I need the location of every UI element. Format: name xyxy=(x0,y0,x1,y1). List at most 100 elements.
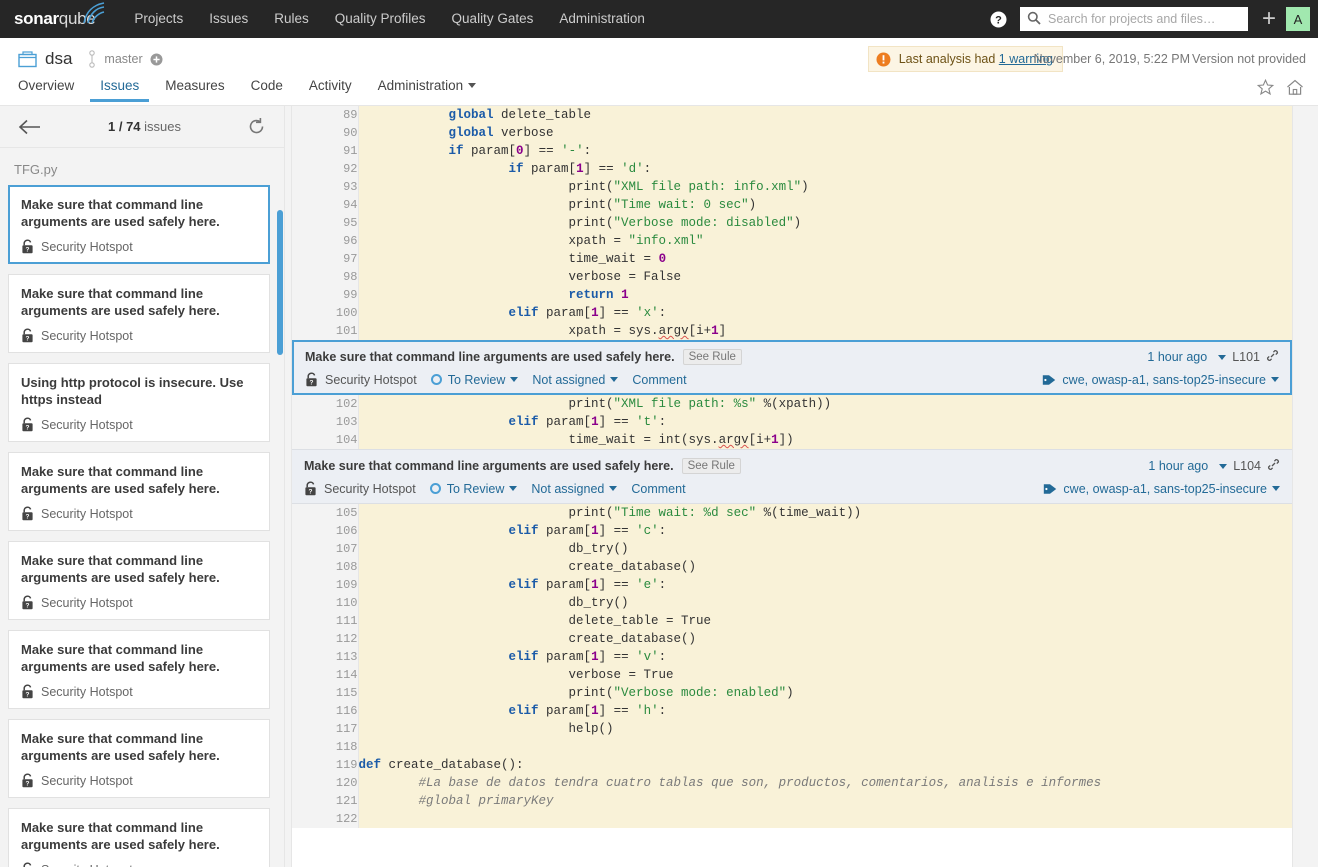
sidebar-scrollbar[interactable] xyxy=(277,210,283,355)
issue-assignee-dropdown[interactable]: Not assigned xyxy=(531,482,618,496)
chevron-down-icon[interactable] xyxy=(1219,463,1228,469)
line-number[interactable]: 89 xyxy=(292,106,359,124)
code-source[interactable]: xpath = sys.argv[i+1] xyxy=(358,322,1292,340)
line-number[interactable]: 90 xyxy=(292,124,359,142)
code-source[interactable]: help() xyxy=(358,720,1292,738)
add-item-button[interactable]: + xyxy=(1262,7,1276,31)
line-number[interactable]: 109 xyxy=(292,576,359,594)
tab-activity[interactable]: Activity xyxy=(299,78,362,102)
line-number[interactable]: 113 xyxy=(292,648,359,666)
project-name[interactable]: dsa xyxy=(45,49,72,69)
sonarqube-logo[interactable]: sonar qube xyxy=(14,2,105,29)
line-number[interactable]: 102 xyxy=(292,395,359,413)
nav-link-issues[interactable]: Issues xyxy=(196,0,261,38)
sidebar-issue-item[interactable]: Make sure that command line arguments ar… xyxy=(8,185,270,264)
line-number[interactable]: 117 xyxy=(292,720,359,738)
search-input[interactable] xyxy=(1045,8,1248,30)
code-source[interactable]: db_try() xyxy=(358,594,1292,612)
sidebar-issue-item[interactable]: Make sure that command line arguments ar… xyxy=(8,274,270,353)
link-icon[interactable] xyxy=(1266,349,1279,365)
nav-link-projects[interactable]: Projects xyxy=(121,0,196,38)
see-rule-button[interactable]: See Rule xyxy=(681,458,741,474)
line-number[interactable]: 92 xyxy=(292,160,359,178)
branch-name[interactable]: master xyxy=(104,52,142,66)
issue-comment-button[interactable]: Comment xyxy=(632,373,686,387)
code-source[interactable]: xpath = "info.xml" xyxy=(358,232,1292,250)
line-number[interactable]: 95 xyxy=(292,214,359,232)
code-source[interactable]: elif param[1] == 'e': xyxy=(358,576,1292,594)
code-source[interactable]: print("Time wait: %d sec" %(time_wait)) xyxy=(358,504,1292,522)
code-source[interactable]: elif param[1] == 'h': xyxy=(358,702,1292,720)
line-number[interactable]: 121 xyxy=(292,792,359,810)
help-circle-icon[interactable]: ? xyxy=(990,10,1008,28)
star-icon[interactable] xyxy=(1256,78,1275,99)
issue-comment-button[interactable]: Comment xyxy=(631,482,685,496)
line-number[interactable]: 106 xyxy=(292,522,359,540)
code-source[interactable]: create_database() xyxy=(358,630,1292,648)
see-rule-button[interactable]: See Rule xyxy=(682,349,742,365)
line-number[interactable]: 104 xyxy=(292,431,359,449)
line-number[interactable]: 101 xyxy=(292,322,359,340)
code-source[interactable]: def create_database(): xyxy=(358,756,1292,774)
line-number[interactable]: 97 xyxy=(292,250,359,268)
code-source[interactable]: delete_table = True xyxy=(358,612,1292,630)
line-number[interactable]: 111 xyxy=(292,612,359,630)
line-number[interactable]: 118 xyxy=(292,738,359,756)
issue-tags-dropdown[interactable]: cwe, owasp-a1, sans-top25-insecure xyxy=(1043,482,1280,496)
code-source[interactable]: create_database() xyxy=(358,558,1292,576)
code-source[interactable]: print("Time wait: 0 sec") xyxy=(358,196,1292,214)
sidebar-issue-item[interactable]: Make sure that command line arguments ar… xyxy=(8,808,270,867)
line-number[interactable]: 119 xyxy=(292,756,359,774)
link-icon[interactable] xyxy=(1267,458,1280,474)
code-source[interactable]: verbose = True xyxy=(358,666,1292,684)
code-source[interactable]: elif param[1] == 't': xyxy=(358,413,1292,431)
code-source[interactable]: #global primaryKey xyxy=(358,792,1292,810)
issue-assignee-dropdown[interactable]: Not assigned xyxy=(532,373,619,387)
line-number[interactable]: 122 xyxy=(292,810,359,828)
home-icon[interactable] xyxy=(1286,79,1304,99)
code-source[interactable]: global delete_table xyxy=(358,106,1292,124)
line-number[interactable]: 108 xyxy=(292,558,359,576)
code-source[interactable]: if param[1] == 'd': xyxy=(358,160,1292,178)
code-source[interactable]: if param[0] == '-': xyxy=(358,142,1292,160)
line-number[interactable]: 98 xyxy=(292,268,359,286)
sidebar-issue-item[interactable]: Make sure that command line arguments ar… xyxy=(8,452,270,531)
reload-icon[interactable] xyxy=(247,117,266,136)
issue-status-dropdown[interactable]: To Review xyxy=(429,482,518,496)
code-source[interactable]: time_wait = int(sys.argv[i+1]) xyxy=(358,431,1292,449)
line-number[interactable]: 91 xyxy=(292,142,359,160)
code-source[interactable]: elif param[1] == 'v': xyxy=(358,648,1292,666)
code-source[interactable]: print("XML file path: info.xml") xyxy=(358,178,1292,196)
sidebar-issue-item[interactable]: Make sure that command line arguments ar… xyxy=(8,630,270,709)
user-avatar[interactable]: A xyxy=(1286,7,1310,31)
code-source[interactable]: global verbose xyxy=(358,124,1292,142)
line-number[interactable]: 100 xyxy=(292,304,359,322)
line-number[interactable]: 120 xyxy=(292,774,359,792)
tab-measures[interactable]: Measures xyxy=(155,78,234,102)
plus-circle-icon[interactable] xyxy=(150,53,163,66)
sidebar-issue-item[interactable]: Using http protocol is insecure. Use htt… xyxy=(8,363,270,442)
code-source[interactable]: #La base de datos tendra cuatro tablas q… xyxy=(358,774,1292,792)
search-box[interactable] xyxy=(1019,7,1248,31)
issue-tags-dropdown[interactable]: cwe, owasp-a1, sans-top25-insecure xyxy=(1042,373,1279,387)
line-number[interactable]: 94 xyxy=(292,196,359,214)
line-number[interactable]: 93 xyxy=(292,178,359,196)
line-number[interactable]: 116 xyxy=(292,702,359,720)
code-source[interactable]: return 1 xyxy=(358,286,1292,304)
inline-issue-box[interactable]: Make sure that command line arguments ar… xyxy=(292,340,1292,395)
tab-issues[interactable]: Issues xyxy=(90,78,150,102)
inline-issue-box[interactable]: Make sure that command line arguments ar… xyxy=(292,449,1292,504)
tab-overview[interactable]: Overview xyxy=(18,78,84,102)
line-number[interactable]: 107 xyxy=(292,540,359,558)
issue-status-dropdown[interactable]: To Review xyxy=(430,373,519,387)
sidebar-issue-item[interactable]: Make sure that command line arguments ar… xyxy=(8,719,270,798)
issue-age[interactable]: 1 hour ago xyxy=(1147,350,1207,364)
nav-link-rules[interactable]: Rules xyxy=(261,0,322,38)
nav-link-quality-profiles[interactable]: Quality Profiles xyxy=(322,0,439,38)
line-number[interactable]: 103 xyxy=(292,413,359,431)
line-number[interactable]: 96 xyxy=(292,232,359,250)
issue-age[interactable]: 1 hour ago xyxy=(1148,459,1208,473)
code-source[interactable]: elif param[1] == 'x': xyxy=(358,304,1292,322)
line-number[interactable]: 114 xyxy=(292,666,359,684)
code-source[interactable]: print("XML file path: %s" %(xpath)) xyxy=(358,395,1292,413)
